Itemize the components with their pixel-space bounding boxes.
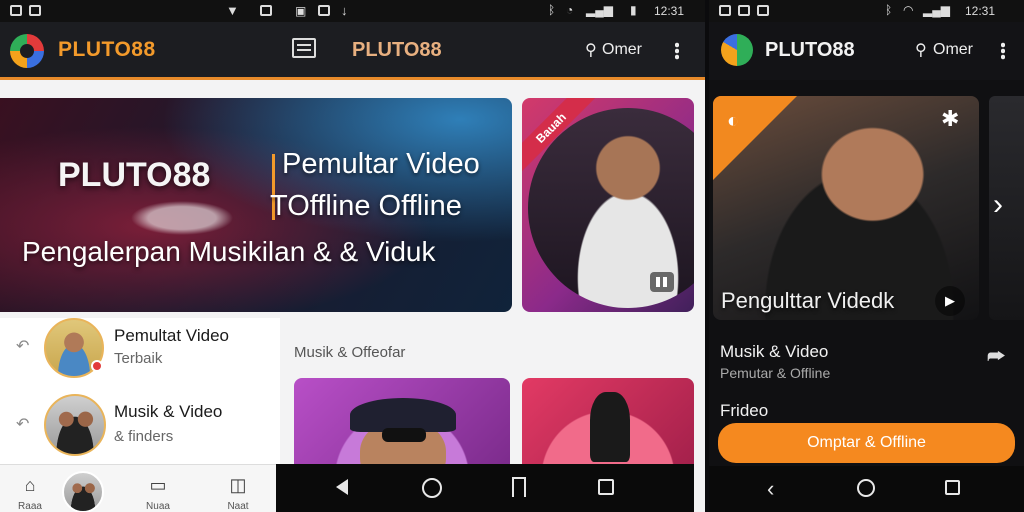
overflow-menu-icon[interactable] <box>675 42 679 60</box>
hero-shape <box>122 198 242 238</box>
recents-icon[interactable] <box>598 479 614 495</box>
play-icon[interactable]: ▶ <box>935 286 965 316</box>
nav-label[interactable]: Nuaa <box>142 501 174 512</box>
system-nav-bar <box>276 464 694 512</box>
brand-title: PLUTO88 <box>58 38 156 61</box>
notification-icon <box>757 5 769 16</box>
nav-label[interactable]: Naat <box>222 501 254 512</box>
home-button-icon[interactable] <box>422 478 442 498</box>
hero-title: PLUTO88 <box>58 156 211 194</box>
screen-icon[interactable]: ▭ <box>146 475 170 496</box>
tile-hat <box>350 398 456 432</box>
list-item-subtitle: & finders <box>114 428 174 445</box>
card-title: Pengulttar Videdk <box>721 288 895 313</box>
app-toolbar: PLUTO88 PLUTO88 ⚲ Omer <box>0 22 705 80</box>
bag-icon[interactable]: ◫ <box>226 475 250 496</box>
overflow-menu-icon[interactable] <box>1001 42 1005 60</box>
wifi-icon: ▼ <box>226 3 239 18</box>
hero-subtitle: Pengalerpan Musikilan & & Viduk <box>22 236 436 267</box>
alarm-icon: ◔ <box>566 3 574 17</box>
image-icon <box>318 5 330 16</box>
home-icon[interactable]: ⌂ <box>18 475 42 496</box>
gallery-icon <box>738 5 750 16</box>
bookmark-icon[interactable] <box>512 477 526 497</box>
reply-icon[interactable]: ↶ <box>16 336 29 356</box>
back-icon[interactable] <box>336 479 348 495</box>
article-icon[interactable] <box>292 38 316 58</box>
recents-icon[interactable] <box>945 480 960 495</box>
chevron-right-icon[interactable]: › <box>993 188 1003 222</box>
hero-line-2: TOffline Offline <box>270 190 462 222</box>
tile-figure <box>590 392 630 462</box>
media-tile[interactable] <box>522 378 694 478</box>
item-subtitle: Pemutar & Offline <box>720 365 831 381</box>
media-tile[interactable] <box>294 378 510 478</box>
bluetooth-icon: ᛒ <box>885 3 893 17</box>
screenshot-icon <box>719 5 731 16</box>
reply-icon[interactable]: ↶ <box>16 414 29 434</box>
bottom-nav: ⌂ Raaa ▭ Nuaa ◫ Naat <box>0 464 276 512</box>
corner-tag <box>713 96 797 180</box>
battery-icon: ▮ <box>630 3 637 17</box>
search-icon[interactable]: ⚲ <box>585 40 597 60</box>
hero-line-1: Pemultar Video <box>282 148 480 180</box>
next-card-peek[interactable]: › <box>989 96 1024 320</box>
screenshot-icon <box>10 5 22 16</box>
notification-icon <box>260 5 272 16</box>
live-badge <box>91 360 103 372</box>
status-bar: ᛒ ◠ ▂▄▆ 12:31 <box>709 0 1024 22</box>
wifi-icon: ◠ <box>903 3 914 17</box>
signal-icon: ▂▄▆ <box>586 3 613 17</box>
pause-icon[interactable] <box>650 272 674 292</box>
app-toolbar: PLUTO88 ⚲ Omer <box>709 22 1024 80</box>
tile-sunglasses <box>382 428 426 442</box>
left-app-screen: ▼ ▣ ↓ ᛒ ◔ ▂▄▆ ▮ 12:31 PLUTO88 PLUTO88 ⚲ … <box>0 0 705 512</box>
profile-avatar[interactable] <box>62 471 104 512</box>
share-icon[interactable]: ⮫ <box>987 346 1006 369</box>
right-app-screen: ᛒ ◠ ▂▄▆ 12:31 PLUTO88 ⚲ Omer ◐ ✱ Pengult… <box>709 0 1024 512</box>
offline-player-button[interactable]: Omptar & Offline <box>718 423 1015 463</box>
featured-card[interactable]: Bauah <box>522 98 694 312</box>
featured-video-card[interactable]: ◐ ✱ Pengulttar Videdk ▶ <box>713 96 979 320</box>
nav-label[interactable]: Raaa <box>14 501 46 512</box>
section-heading: Musik & Offeofar <box>294 344 406 361</box>
hero-banner[interactable]: PLUTO88 Pemultar Video TOffline Offline … <box>0 98 512 312</box>
bluetooth-icon: ᛒ <box>548 3 556 17</box>
status-bar: ▼ ▣ ↓ ᛒ ◔ ▂▄▆ ▮ 12:31 <box>0 0 705 22</box>
download-icon: ↓ <box>341 3 348 18</box>
clock-text: 12:31 <box>654 4 685 18</box>
app-logo-icon[interactable] <box>721 34 753 66</box>
system-nav-bar: ‹ <box>709 466 1024 512</box>
center-brand: PLUTO88 <box>352 39 442 61</box>
item-title[interactable]: Musik & Video <box>720 342 828 362</box>
tag-logo-icon: ◐ <box>727 110 740 132</box>
home-button-icon[interactable] <box>857 479 875 497</box>
clock-text: 12:31 <box>965 4 996 18</box>
search-icon[interactable]: ⚲ <box>915 40 927 60</box>
signal-icon: ▂▄▆ <box>923 3 950 17</box>
settings-icon[interactable]: ✱ <box>941 106 959 132</box>
app-logo-icon[interactable] <box>10 34 44 68</box>
list-item-subtitle: Terbaik <box>114 350 163 367</box>
gallery-icon <box>29 5 41 16</box>
sim-icon: ▣ <box>295 4 307 18</box>
avatar[interactable] <box>44 394 106 456</box>
back-icon[interactable]: ‹ <box>767 476 774 502</box>
list-item-title[interactable]: Musik & Video <box>114 402 222 422</box>
section-heading: Frideo <box>720 401 769 420</box>
search-label[interactable]: Omer <box>602 41 642 59</box>
search-label[interactable]: Omer <box>933 41 973 59</box>
brand-title: PLUTO88 <box>765 39 855 61</box>
list-item-title[interactable]: Pemultat Video <box>114 326 229 346</box>
